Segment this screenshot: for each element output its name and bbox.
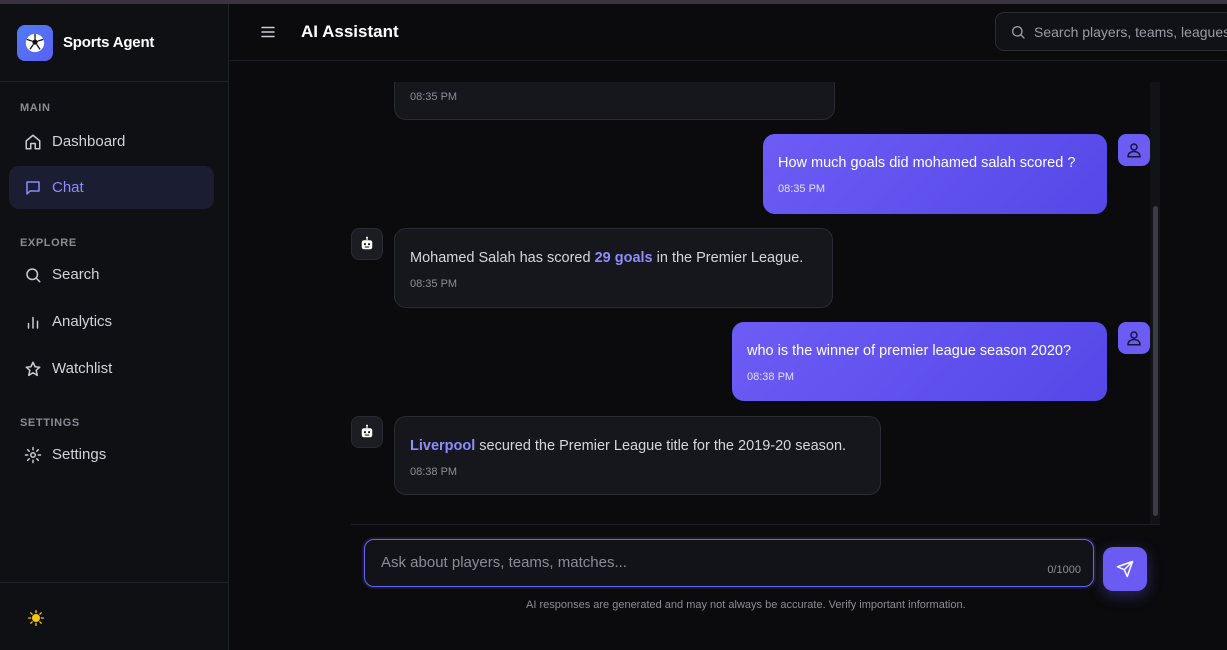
robot-icon [358, 423, 376, 441]
user-message: How much goals did mohamed salah scored … [763, 134, 1107, 214]
message-text-part: Mohamed Salah has scored [410, 250, 595, 266]
sidebar-item-watchlist[interactable]: Watchlist [9, 347, 214, 390]
message-time: 08:38 PM [747, 371, 795, 383]
message-text: How much goals did mohamed salah scored … [778, 155, 1076, 171]
user-icon [1125, 141, 1143, 159]
ai-disclaimer: AI responses are generated and may not a… [526, 599, 966, 611]
ai-message: Mohamed Salah has scored 29 goals in the… [394, 228, 833, 308]
sidebar-item-analytics[interactable]: Analytics [9, 300, 214, 343]
chat-icon [24, 179, 42, 197]
message-time: 08:35 PM [778, 183, 826, 195]
sidebar-item-label: Watchlist [52, 360, 113, 377]
user-message: who is the winner of premier league seas… [732, 322, 1107, 401]
sidebar-item-label: Chat [52, 179, 84, 196]
character-counter: 0/1000 [1047, 564, 1081, 576]
send-icon [1116, 560, 1134, 578]
chat-messages: 08:35 PM How much goals did mohamed sala… [351, 82, 1150, 524]
sidebar-item-label: Dashboard [52, 133, 126, 150]
sidebar-item-label: Settings [52, 446, 107, 463]
sidebar-item-chat[interactable]: Chat [9, 166, 214, 209]
bar-chart-icon [24, 313, 42, 331]
brand: Sports Agent [0, 4, 228, 82]
gear-icon [24, 446, 42, 464]
message-text-part: in the Premier League. [652, 250, 804, 266]
ai-avatar [351, 416, 383, 448]
sidebar-item-label: Search [52, 266, 100, 283]
sidebar-item-settings[interactable]: Settings [9, 433, 214, 476]
home-icon [24, 133, 42, 151]
robot-icon [358, 235, 376, 253]
search-input[interactable] [1034, 23, 1227, 40]
composer-divider [351, 524, 1160, 525]
message-input[interactable] [381, 554, 1021, 571]
message-highlight: Liverpool [410, 438, 476, 454]
search-icon [1010, 24, 1026, 40]
user-icon [1125, 329, 1143, 347]
header-search[interactable] [995, 12, 1227, 51]
ai-message: Liverpool secured the Premier League tit… [394, 416, 881, 495]
message-text-part: secured the Premier League title for the… [475, 438, 847, 454]
message-text: Liverpool secured the Premier League tit… [410, 438, 846, 454]
section-label-settings: SETTINGS [20, 417, 80, 429]
chat-scrollbar-thumb[interactable] [1153, 206, 1158, 516]
brand-name: Sports Agent [63, 34, 155, 51]
message-time: 08:35 PM [410, 278, 458, 290]
message-time: 08:35 PM [410, 91, 458, 103]
menu-icon[interactable] [259, 23, 277, 41]
send-button[interactable] [1103, 547, 1147, 591]
sidebar-item-search[interactable]: Search [9, 253, 214, 296]
section-label-explore: EXPLORE [20, 237, 77, 249]
user-avatar [1118, 134, 1150, 166]
message-composer[interactable]: 0/1000 [364, 539, 1094, 587]
message-text: who is the winner of premier league seas… [747, 343, 1072, 359]
ai-message: 08:35 PM [394, 82, 835, 120]
sidebar-item-label: Analytics [52, 313, 113, 330]
page-title: AI Assistant [301, 22, 399, 41]
sun-icon[interactable] [27, 609, 45, 627]
sidebar-item-dashboard[interactable]: Dashboard [9, 120, 214, 163]
ai-avatar [351, 228, 383, 260]
star-icon [24, 360, 42, 378]
soccer-ball-icon [17, 25, 53, 61]
header: AI Assistant [229, 4, 1227, 61]
message-time: 08:38 PM [410, 466, 458, 478]
sidebar: Sports Agent MAIN Dashboard Chat EXPLORE… [0, 4, 229, 650]
search-icon [24, 266, 42, 284]
user-avatar [1118, 322, 1150, 354]
section-label-main: MAIN [20, 102, 51, 114]
message-highlight: 29 goals [594, 250, 653, 266]
sidebar-footer [0, 582, 228, 650]
message-text: Mohamed Salah has scored 29 goals in the… [410, 250, 803, 266]
